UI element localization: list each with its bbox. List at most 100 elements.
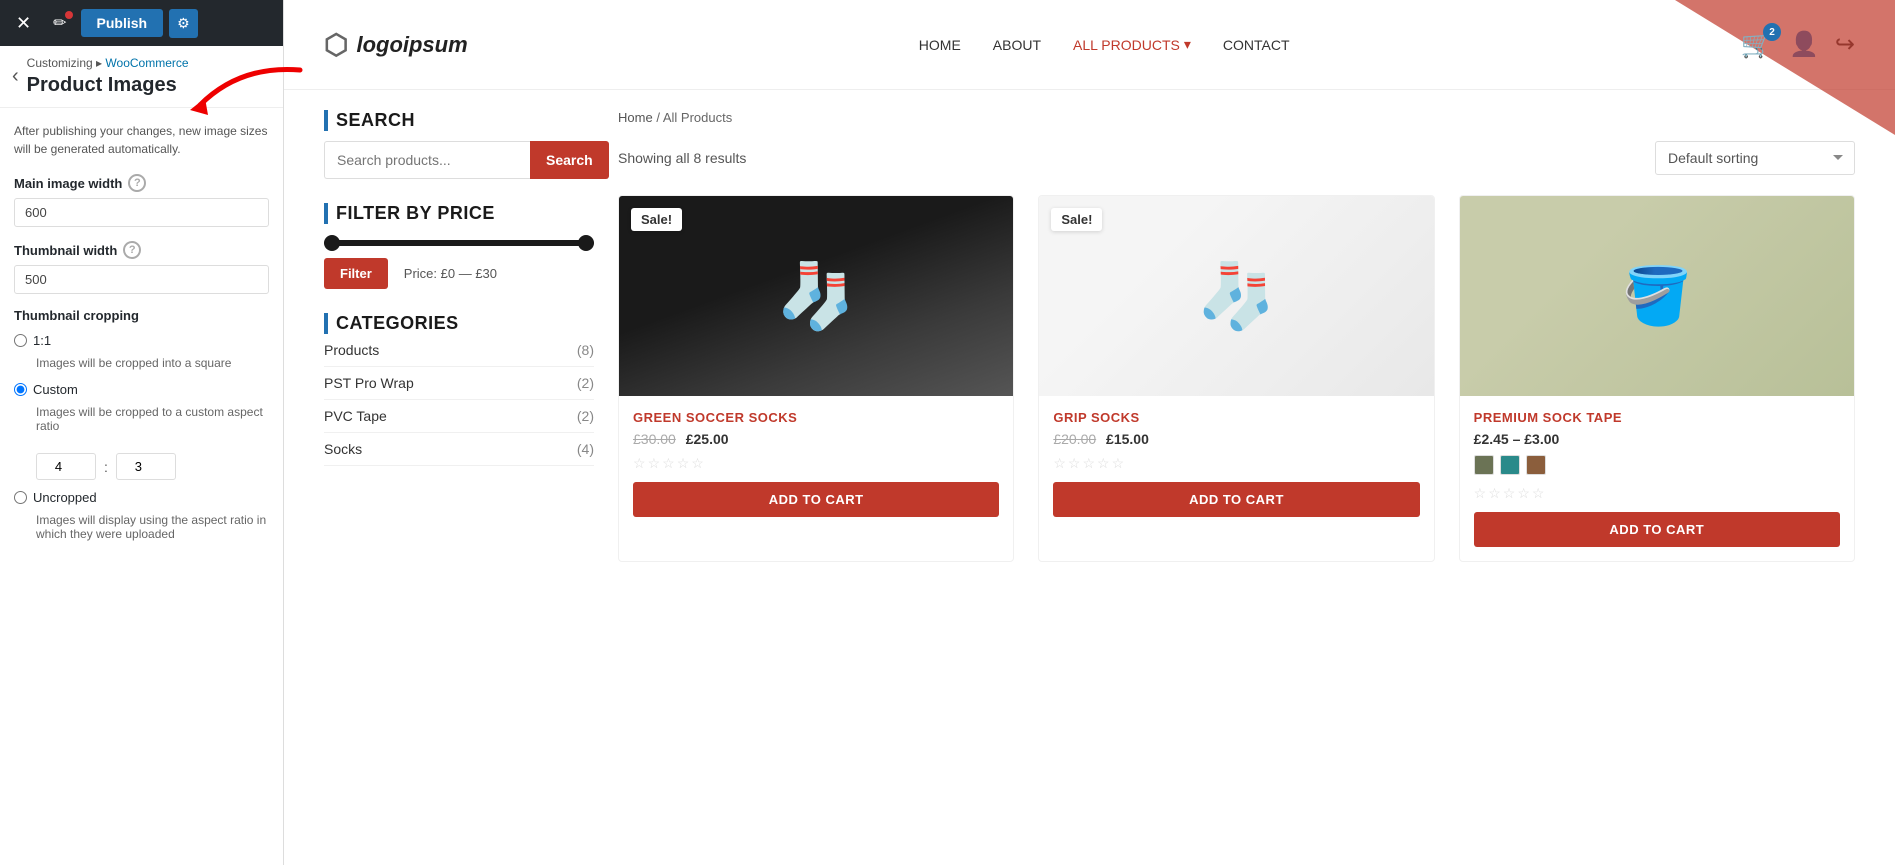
add-to-cart-button[interactable]: Add To Cart [1474,512,1840,547]
thumbnail-cropping-label: Thumbnail cropping [14,308,269,323]
product-image-wrap: Sale! 🧦 [1039,196,1433,396]
nav-home[interactable]: HOME [919,37,961,53]
product-stars: ☆☆☆☆☆ [1474,485,1840,502]
price-filter-thumb-left[interactable] [324,235,340,251]
categories-title: CATEGORIES [324,313,594,334]
product-price: £20.00 £15.00 [1053,431,1419,447]
cat-count: (8) [577,342,594,358]
thumbnail-width-help-icon[interactable]: ? [123,241,141,259]
categories-widget: CATEGORIES Products (8) PST Pro Wrap (2)… [324,313,594,466]
color-swatch-2[interactable] [1500,455,1520,475]
price-filter-thumb-right[interactable] [578,235,594,251]
cat-count: (2) [577,408,594,424]
search-box: Search [324,141,594,179]
thumbnail-width-label: Thumbnail width ? [14,241,269,259]
product-image-wrap: Sale! 🧦 [619,196,1013,396]
customizer-topbar: ✕ ✏ Publish ⚙ [0,0,283,46]
price-range: £2.45 – £3.00 [1474,431,1560,447]
logo-icon: ⬡ [324,28,348,61]
sale-price: £15.00 [1106,431,1149,447]
close-button[interactable]: ✕ [8,9,39,38]
thumbnail-width-input[interactable] [14,265,269,294]
crop-custom-radio[interactable] [14,383,27,396]
aspect-separator: : [104,459,108,475]
category-pst-pro-wrap[interactable]: PST Pro Wrap (2) [324,367,594,400]
product-info: PREMIUM SOCK TAPE £2.45 – £3.00 ☆☆☆☆☆ [1460,396,1854,561]
notification-dot [65,11,73,19]
crop-1-1-desc: Images will be cropped into a square [36,356,269,370]
main-image-help-icon[interactable]: ? [128,174,146,192]
sale-price: £25.00 [686,431,729,447]
nav-all-products[interactable]: ALL PRODUCTS ▾ [1073,36,1191,53]
nav-about[interactable]: ABOUT [993,37,1041,53]
add-to-cart-button[interactable]: Add To Cart [1053,482,1419,517]
main-image-width-input[interactable] [14,198,269,227]
search-button[interactable]: Search [530,141,609,179]
aspect-y-input[interactable] [116,453,176,480]
results-info: Showing all 8 results [618,150,746,166]
site-header: ⬡ logoipsum HOME ABOUT ALL PRODUCTS ▾ CO… [284,0,1895,90]
crop-1-1-option[interactable]: 1:1 [14,333,269,348]
filter-price-widget: FILTER BY PRICE Filter Price: £0 — £30 [324,203,594,289]
sort-select[interactable]: Default sorting Sort by popularity Sort … [1655,141,1855,175]
breadcrumb-link[interactable]: WooCommerce [105,56,188,70]
site-logo: ⬡ logoipsum [324,28,468,61]
sale-badge: Sale! [1051,208,1102,231]
category-products[interactable]: Products (8) [324,334,594,367]
product-card-premium-sock-tape: 🪣 PREMIUM SOCK TAPE £2.45 – £3.00 [1459,195,1855,562]
crop-custom-option[interactable]: Custom [14,382,269,397]
logout-icon-button[interactable]: ↪ [1835,30,1855,59]
cat-count: (4) [577,441,594,457]
panel-body: After publishing your changes, new image… [0,108,283,865]
breadcrumb-nav: Home / All Products [618,110,732,125]
settings-button[interactable]: ⚙ [169,9,198,38]
products-top-bar: Showing all 8 results Default sorting So… [618,141,1855,175]
crop-uncropped-desc: Images will display using the aspect rat… [36,513,269,541]
crop-uncropped-radio[interactable] [14,491,27,504]
cart-badge: 2 [1763,23,1781,41]
crop-uncropped-option[interactable]: Uncropped [14,490,269,505]
search-input[interactable] [324,141,530,179]
panel-title: Product Images [27,74,189,97]
user-icon-button[interactable]: 👤 [1789,30,1819,59]
category-pvc-tape[interactable]: PVC Tape (2) [324,400,594,433]
breadcrumb-current: All Products [663,110,732,125]
nav-contact[interactable]: CONTACT [1223,37,1290,53]
products-grid: Sale! 🧦 GREEN SOCCER SOCKS £30.00 £25.00… [618,195,1855,562]
category-socks[interactable]: Socks (4) [324,433,594,466]
color-swatch-1[interactable] [1474,455,1494,475]
product-stars: ☆☆☆☆☆ [1053,455,1419,472]
panel-nav: ‹ Customizing ▸ WooCommerce Product Imag… [0,46,283,108]
cart-icon-wrap[interactable]: 🛒 2 [1741,29,1773,60]
edit-button[interactable]: ✏ [45,9,74,37]
add-to-cart-button[interactable]: Add To Cart [633,482,999,517]
chevron-down-icon: ▾ [1184,36,1191,53]
header-icons: 🛒 2 👤 ↪ [1741,29,1855,60]
product-card-grip-socks: Sale! 🧦 GRIP SOCKS £20.00 £15.00 ☆☆☆☆☆ [1038,195,1434,562]
thumbnail-cropping-options: 1:1 Images will be cropped into a square… [14,333,269,547]
shop-sidebar: Search Search FILTER BY PRICE Filter Pri… [324,110,594,845]
filter-actions: Filter Price: £0 — £30 [324,258,594,289]
product-price: £30.00 £25.00 [633,431,999,447]
product-name: GREEN SOCCER SOCKS [633,410,999,425]
color-swatch-3[interactable] [1526,455,1546,475]
product-name: PREMIUM SOCK TAPE [1474,410,1840,425]
pencil-icon: ✏ [53,15,66,32]
publish-button[interactable]: Publish [81,9,164,37]
site-nav: HOME ABOUT ALL PRODUCTS ▾ CONTACT [919,36,1290,53]
aspect-x-input[interactable] [36,453,96,480]
breadcrumb-home[interactable]: Home [618,110,653,125]
customizer-panel: ✕ ✏ Publish ⚙ ‹ Customizing ▸ WooCommerc… [0,0,284,865]
back-button[interactable]: ‹ [12,65,19,88]
product-stars: ☆☆☆☆☆ [633,455,999,472]
original-price: £30.00 [633,431,676,447]
cat-count: (2) [577,375,594,391]
filter-price-title: FILTER BY PRICE [324,203,594,224]
filter-button[interactable]: Filter [324,258,388,289]
product-image-wrap: 🪣 [1460,196,1854,396]
product-card-green-soccer-socks: Sale! 🧦 GREEN SOCCER SOCKS £30.00 £25.00… [618,195,1014,562]
product-image: 🪣 [1460,196,1854,396]
crop-1-1-radio[interactable] [14,334,27,347]
crop-custom-desc: Images will be cropped to a custom aspec… [36,405,269,433]
sale-badge: Sale! [631,208,682,231]
